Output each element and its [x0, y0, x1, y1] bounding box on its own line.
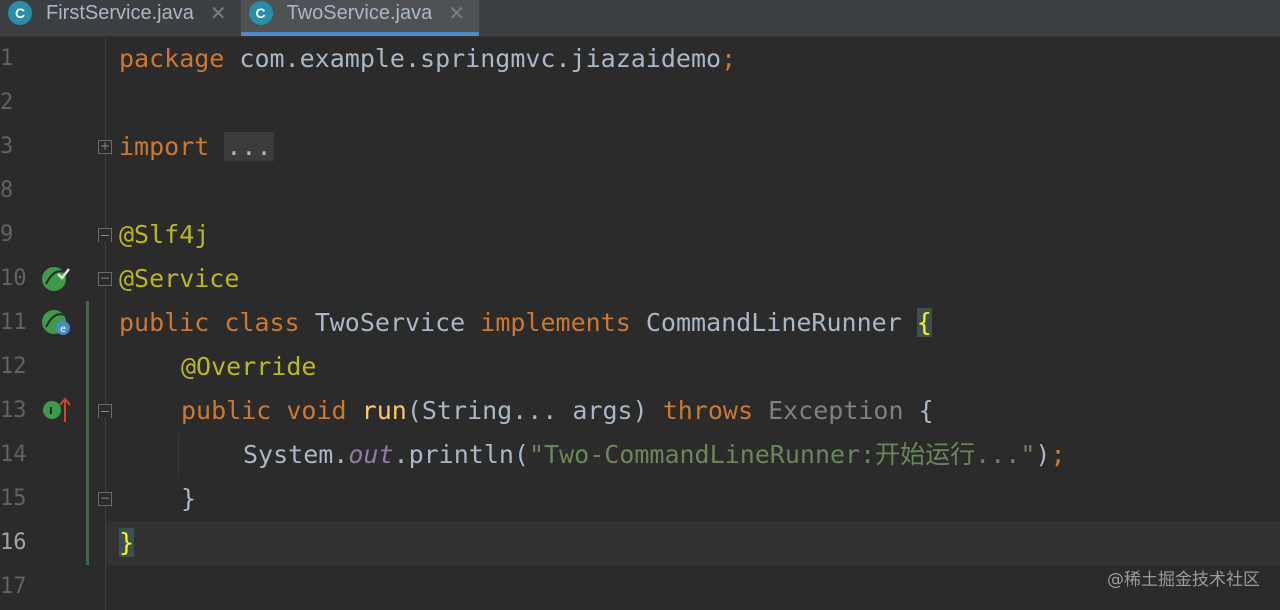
line-number: 14 [0, 442, 27, 467]
tab-label: FirstService.java [46, 1, 194, 24]
java-class-icon: C [248, 1, 273, 25]
code-line-15[interactable]: } [181, 477, 196, 521]
keyword: package [119, 44, 225, 73]
brace: { [918, 396, 934, 425]
tab-first-service[interactable]: C FirstService.java ✕ [0, 0, 241, 36]
bean-check-icon[interactable] [40, 264, 72, 294]
exception-type: Exception [768, 396, 904, 425]
bean-implements-icon[interactable]: e [40, 308, 74, 338]
line-number: 1 [0, 46, 14, 71]
code-line-14[interactable]: System.out.println("Two-CommandLineRunne… [243, 433, 1066, 477]
keyword: void [286, 396, 347, 425]
class-name: TwoService [314, 308, 466, 337]
fold-collapse-icon[interactable]: − [98, 272, 112, 286]
svg-text:I: I [49, 406, 53, 417]
code-line-11[interactable]: public class TwoService implements Comma… [119, 301, 932, 345]
brace-match: } [119, 528, 135, 557]
semicolon: ; [1050, 440, 1066, 469]
code-line-10[interactable]: @Service [119, 257, 239, 301]
line-number: 8 [0, 178, 14, 203]
keyword: import [119, 132, 210, 161]
override-method-icon[interactable]: I [40, 396, 74, 426]
indent-guide [178, 433, 179, 477]
tab-label: TwoService.java [286, 1, 433, 24]
folded-imports[interactable]: ... [224, 132, 274, 161]
fold-collapse-icon[interactable]: − [98, 492, 112, 506]
current-line-highlight [106, 521, 1280, 565]
brace-match: { [916, 308, 932, 337]
code-line-9[interactable]: @Slf4j [119, 213, 209, 257]
line-number: 10 [0, 266, 27, 291]
params: (String... args) [406, 396, 648, 425]
semicolon: ; [721, 44, 737, 73]
line-number: 9 [0, 222, 14, 247]
line-number: 13 [0, 398, 27, 423]
line-number-current: 16 [0, 530, 27, 555]
method-name: run [361, 396, 407, 425]
fold-start-icon[interactable] [98, 404, 112, 418]
fold-expand-icon[interactable]: + [98, 140, 112, 154]
gutter-divider [105, 37, 106, 610]
code-line-3[interactable]: import ... [119, 125, 274, 169]
keyword: implements [480, 308, 631, 337]
watermark: @稀土掘金技术社区 [1107, 570, 1260, 590]
annotation: @Override [181, 352, 317, 381]
package-name: com.example.springmvc.jiazaidemo [224, 44, 722, 73]
annotation: @Slf4j [119, 220, 210, 249]
paren: ) [1035, 440, 1051, 469]
editor-tab-bar: C FirstService.java ✕ C TwoService.java … [0, 0, 1280, 37]
code-line-16[interactable]: } [119, 521, 135, 565]
code-line-1[interactable]: package com.example.springmvc.jiazaidemo… [119, 37, 736, 81]
code-line-13[interactable]: public void run(String... args) throws E… [181, 389, 934, 433]
keyword: throws [662, 396, 754, 425]
line-number: 2 [0, 90, 14, 115]
line-number: 12 [0, 354, 27, 379]
close-icon[interactable]: ✕ [210, 1, 227, 26]
string-literal: "Two-CommandLineRunner:开始运行..." [528, 440, 1036, 469]
code-line-12[interactable]: @Override [181, 345, 316, 389]
line-number: 3 [0, 134, 14, 159]
line-number: 15 [0, 486, 27, 511]
java-class-icon: C [8, 1, 32, 25]
keyword: class [224, 308, 300, 337]
method-call: .println( [393, 440, 529, 469]
interface-name: CommandLineRunner [645, 308, 902, 337]
vcs-change-marker [86, 301, 89, 565]
code-editor[interactable]: 1 2 3 8 9 10 11 12 13 14 15 16 17 e I + … [0, 37, 1280, 610]
system-ref: System. [243, 440, 349, 469]
keyword: public [181, 396, 272, 425]
keyword: public [119, 308, 210, 337]
fold-start-icon[interactable] [98, 228, 112, 242]
tab-two-service[interactable]: C TwoService.java ✕ [240, 0, 480, 36]
line-number: 17 [0, 574, 27, 599]
annotation: @Service [119, 264, 240, 293]
svg-text:e: e [60, 324, 66, 335]
field-out: out [348, 440, 394, 469]
line-number: 11 [0, 310, 27, 335]
close-icon[interactable]: ✕ [448, 1, 465, 26]
brace: } [181, 484, 197, 513]
